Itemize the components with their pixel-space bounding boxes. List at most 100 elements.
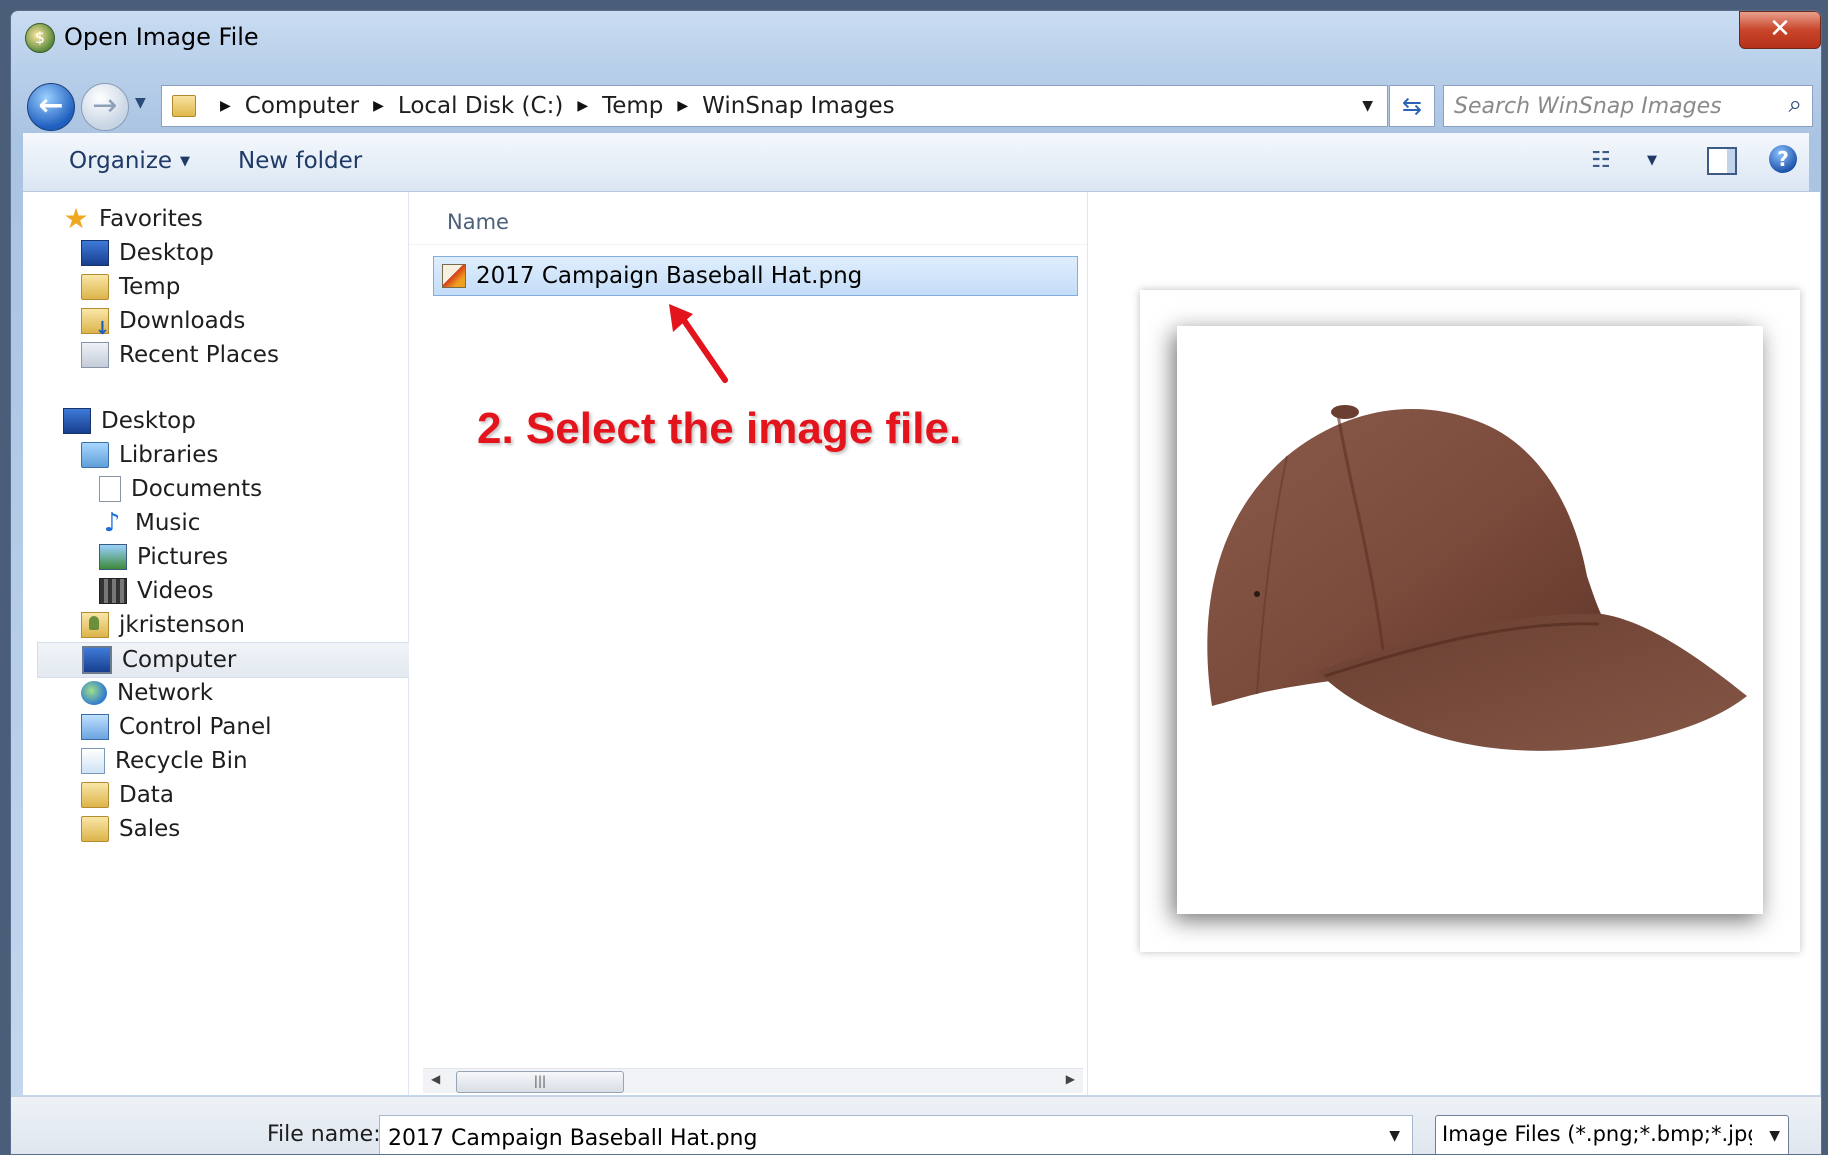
breadcrumb-arrow-icon[interactable]: ▶ [373, 98, 384, 114]
nav-item-recent-places[interactable]: Recent Places [81, 338, 279, 372]
breadcrumb-temp[interactable]: Temp [602, 93, 663, 119]
music-icon: ♪ [103, 508, 121, 538]
nav-label: Control Panel [119, 714, 272, 740]
downloads-icon [81, 308, 110, 339]
nav-label: jkristenson [119, 612, 245, 638]
file-name-bar: File name: ▼ Image Files (*.png;*.bmp;*.… [11, 1096, 1821, 1154]
pictures-icon [99, 544, 127, 570]
nav-desktop[interactable]: Desktop [63, 404, 196, 438]
nav-item-downloads[interactable]: Downloads [81, 304, 246, 339]
nav-label: Libraries [119, 442, 219, 468]
preview-pane-toggle-icon[interactable] [1707, 147, 1737, 175]
address-history-dropdown-icon[interactable]: ▼ [1362, 98, 1373, 114]
desktop-icon [63, 408, 91, 434]
horizontal-scrollbar[interactable]: ◀ ||| ▶ [423, 1068, 1083, 1093]
star-icon: ★ [63, 202, 89, 235]
recent-locations-dropdown[interactable]: ▼ [135, 95, 146, 111]
navigation-pane: ★ Favorites Desktop Temp Downloads Recen… [23, 192, 455, 1095]
breadcrumb-arrow-icon[interactable]: ▶ [220, 98, 231, 114]
folder-icon [81, 816, 109, 842]
scrollbar-thumb[interactable]: ||| [456, 1071, 624, 1093]
view-options-dropdown-icon[interactable]: ▼ [1647, 153, 1657, 168]
nav-item-temp[interactable]: Temp [81, 270, 180, 304]
nav-label: Downloads [119, 308, 246, 334]
nav-item-sales[interactable]: Sales [81, 812, 180, 846]
scroll-left-icon[interactable]: ◀ [431, 1072, 440, 1086]
file-name-combobox[interactable]: ▼ [379, 1115, 1413, 1154]
breadcrumb-winsnap-images[interactable]: WinSnap Images [702, 93, 894, 119]
file-list-pane: Name 2017 Campaign Baseball Hat.png 2. S… [409, 192, 1088, 1095]
nav-label: Desktop [101, 408, 196, 434]
nav-item-documents[interactable]: Documents [99, 472, 262, 506]
nav-label: Videos [137, 578, 214, 604]
file-name-label: File name: [267, 1122, 381, 1147]
image-file-icon [442, 264, 466, 288]
nav-label: Sales [119, 816, 181, 842]
nav-label: Temp [119, 274, 181, 300]
nav-item-data[interactable]: Data [81, 778, 174, 812]
window-title: Open Image File [64, 23, 259, 51]
nav-label: Documents [131, 476, 263, 502]
column-header-name[interactable]: Name [447, 210, 509, 234]
scroll-right-icon[interactable]: ▶ [1066, 1072, 1075, 1086]
forward-arrow-icon: → [92, 88, 118, 123]
change-view-icon[interactable]: ☷ [1591, 148, 1611, 173]
nav-item-recycle-bin[interactable]: Recycle Bin [81, 744, 248, 778]
column-divider [409, 244, 1087, 245]
refresh-button[interactable]: ⇆ [1389, 85, 1435, 127]
preview-image [1177, 326, 1763, 914]
organize-menu-button[interactable]: Organize ▼ [69, 148, 190, 174]
breadcrumb-computer[interactable]: Computer [245, 93, 359, 119]
new-folder-button[interactable]: New folder [238, 148, 362, 174]
nav-item-videos[interactable]: Videos [99, 574, 213, 608]
breadcrumb-arrow-icon[interactable]: ▶ [577, 98, 588, 114]
open-image-file-dialog: $ Open Image File ✕ ← → ▼ ▶ Computer ▶ L… [10, 10, 1822, 1155]
nav-item-control-panel[interactable]: Control Panel [81, 710, 272, 744]
preview-frame [1140, 290, 1800, 952]
file-type-filter-value: Image Files (*.png;*.bmp;*.jpg;* [1442, 1122, 1752, 1146]
nav-label: Data [119, 782, 174, 808]
breadcrumb-local-disk[interactable]: Local Disk (C:) [398, 93, 563, 119]
computer-icon [82, 646, 112, 674]
nav-label: Favorites [99, 206, 203, 232]
nav-label: Desktop [119, 240, 214, 266]
chevron-down-icon: ▼ [135, 95, 146, 111]
help-icon[interactable]: ? [1769, 145, 1797, 173]
nav-favorites[interactable]: ★ Favorites [63, 202, 203, 236]
nav-label: Computer [122, 647, 237, 673]
refresh-icon: ⇆ [1401, 92, 1423, 120]
close-button[interactable]: ✕ [1739, 11, 1821, 49]
forward-button[interactable]: → [81, 83, 129, 131]
file-row-selected[interactable]: 2017 Campaign Baseball Hat.png [433, 256, 1078, 296]
nav-item-jkristenson[interactable]: jkristenson [81, 608, 245, 642]
nav-label: Network [117, 680, 214, 706]
recycle-bin-icon [81, 748, 105, 774]
file-name: 2017 Campaign Baseball Hat.png [476, 263, 863, 289]
annotation-text: 2. Select the image file. [477, 404, 962, 453]
file-type-filter-select[interactable]: Image Files (*.png;*.bmp;*.jpg;* ▼ [1435, 1115, 1789, 1154]
file-name-field[interactable] [386, 1122, 1350, 1154]
desktop-icon [81, 240, 109, 266]
chevron-down-icon: ▼ [180, 154, 191, 169]
nav-item-libraries[interactable]: Libraries [81, 438, 218, 472]
nav-item-network[interactable]: Network [81, 676, 213, 710]
user-folder-icon [81, 612, 109, 638]
nav-item-pictures[interactable]: Pictures [99, 540, 228, 574]
search-box[interactable]: ⌕ [1443, 85, 1813, 127]
address-bar[interactable]: ▶ Computer ▶ Local Disk (C:) ▶ Temp ▶ Wi… [161, 85, 1388, 127]
nav-item-music[interactable]: ♪ Music [99, 506, 201, 540]
documents-icon [99, 476, 121, 502]
chevron-down-icon: ▼ [1765, 1128, 1780, 1144]
nav-label: Recent Places [119, 342, 279, 368]
back-button[interactable]: ← [27, 83, 75, 131]
nav-label: Pictures [137, 544, 229, 570]
folder-icon [81, 782, 109, 808]
videos-icon [99, 578, 127, 604]
search-icon[interactable]: ⌕ [1789, 90, 1802, 118]
chevron-down-icon[interactable]: ▼ [1389, 1128, 1400, 1144]
breadcrumb-arrow-icon[interactable]: ▶ [677, 98, 688, 114]
search-input[interactable] [1452, 90, 1766, 122]
preview-pane [1088, 192, 1820, 1095]
nav-item-computer[interactable]: Computer [37, 642, 455, 678]
nav-item-desktop-favorite[interactable]: Desktop [81, 236, 214, 270]
